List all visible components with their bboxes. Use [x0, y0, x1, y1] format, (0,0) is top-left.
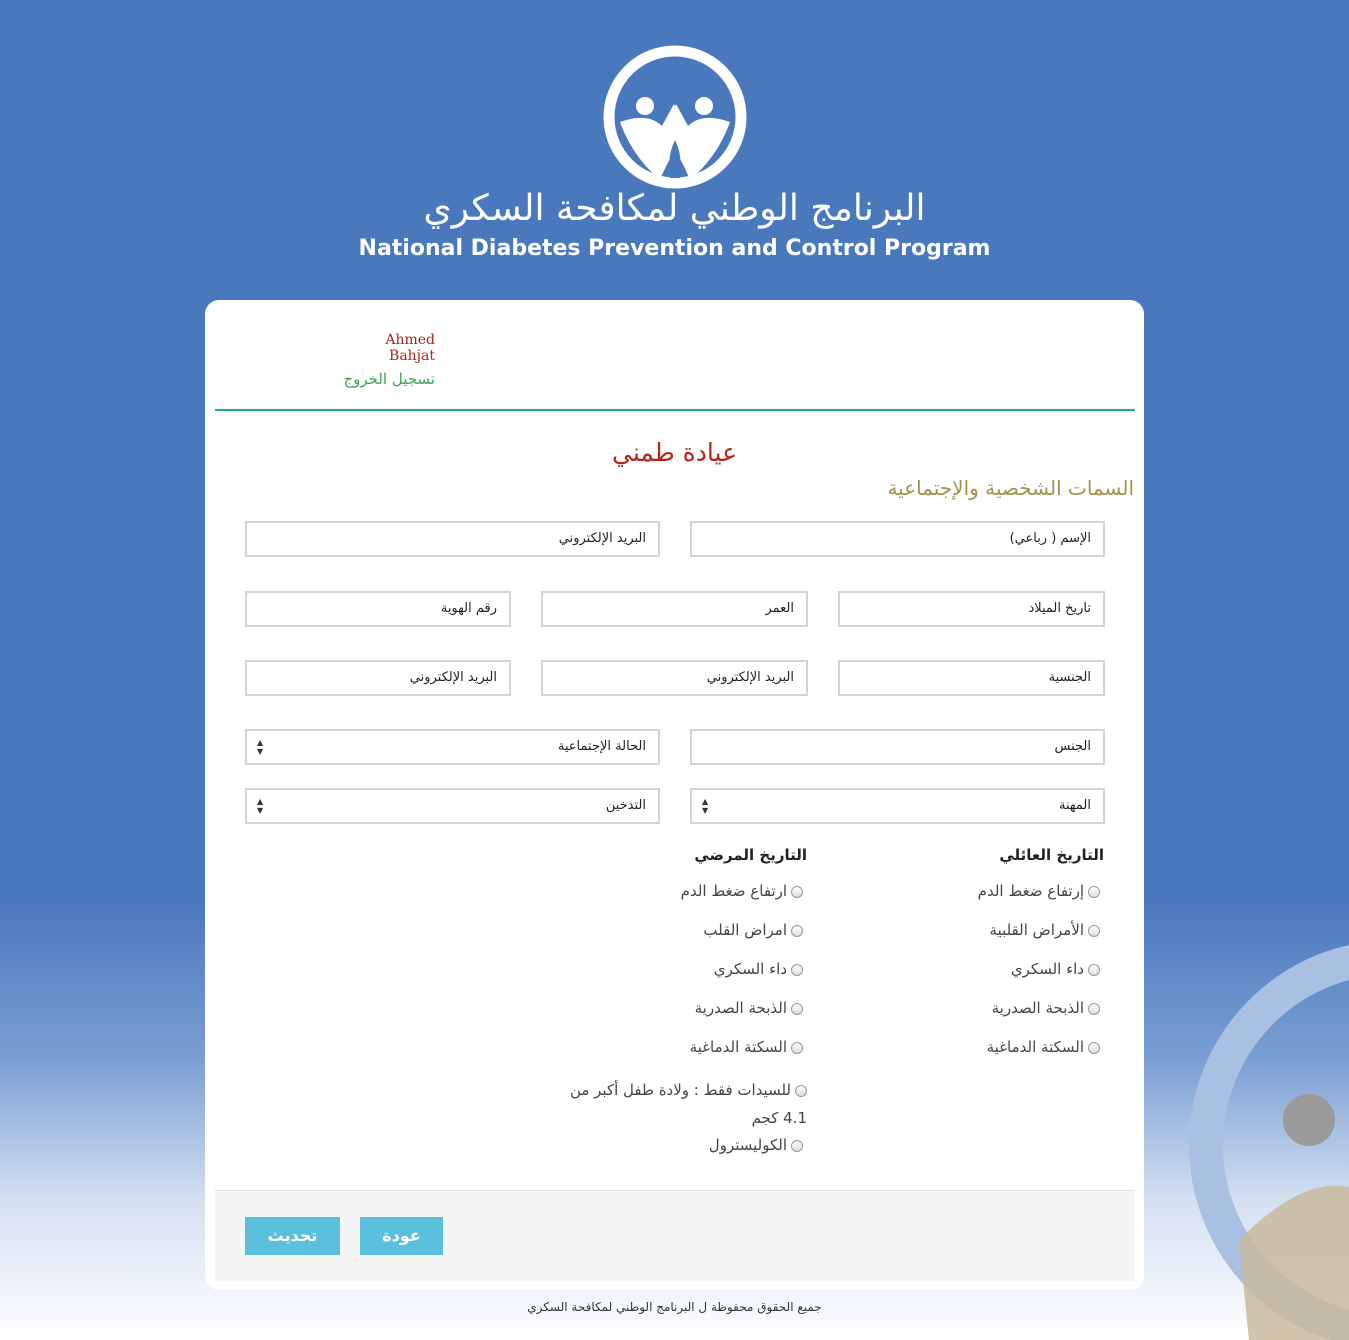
- email-field-2[interactable]: البريد الإلكتروني: [541, 660, 808, 696]
- marital-status-value: الحالة الإجتماعية: [557, 739, 646, 754]
- id-number-field[interactable]: رقم الهوية: [245, 591, 511, 627]
- age-field[interactable]: العمر: [541, 591, 808, 627]
- section-title: السمات الشخصية والإجتماعية: [887, 476, 1134, 500]
- radio-icon[interactable]: [791, 1139, 803, 1152]
- logout-link[interactable]: تسجيل الخروج: [325, 370, 435, 388]
- family-history-item[interactable]: إرتفاع ضغط الدم: [978, 882, 1100, 900]
- medical-history-item[interactable]: ارتفاع ضغط الدم: [681, 882, 803, 900]
- select-arrows-icon: ▲ ▼: [257, 797, 264, 815]
- occupation-select[interactable]: المهنة ▲ ▼: [690, 788, 1105, 824]
- gender-field[interactable]: الجنس: [690, 729, 1105, 765]
- occupation-value: المهنة: [1059, 798, 1091, 813]
- radio-icon[interactable]: [791, 1002, 803, 1015]
- family-history-title: التاريخ العائلي: [999, 846, 1104, 864]
- medical-history-item[interactable]: السكتة الدماغية: [690, 1038, 803, 1056]
- select-arrows-icon: ▲ ▼: [702, 797, 709, 815]
- radio-icon[interactable]: [791, 924, 803, 937]
- medical-history-item[interactable]: الذبحة الصدرية: [695, 999, 803, 1017]
- header-divider: [215, 409, 1135, 411]
- family-history-item[interactable]: الذبحة الصدرية: [992, 999, 1100, 1017]
- update-button[interactable]: تحديث: [245, 1217, 340, 1255]
- radio-icon[interactable]: [1088, 1041, 1100, 1054]
- birthdate-field[interactable]: تاريخ الميلاد: [838, 591, 1105, 627]
- back-button[interactable]: عودة: [360, 1217, 443, 1255]
- main-card: Ahmed Bahjat تسجيل الخروج عيادة طمني الس…: [205, 300, 1144, 1290]
- user-name: Ahmed Bahjat: [385, 332, 435, 364]
- radio-icon[interactable]: [1088, 885, 1100, 898]
- radio-icon[interactable]: [791, 1041, 803, 1054]
- select-arrows-icon: ▲ ▼: [257, 738, 264, 756]
- family-history-item[interactable]: السكتة الدماغية: [987, 1038, 1100, 1056]
- email-field[interactable]: البريد الإلكتروني: [245, 521, 660, 557]
- radio-icon[interactable]: [1088, 924, 1100, 937]
- logo-arabic-text: البرنامج الوطني لمكافحة السكري: [423, 188, 926, 229]
- nationality-field[interactable]: الجنسية: [838, 660, 1105, 696]
- medical-history-title: التاريخ المرضي: [694, 846, 807, 864]
- medical-history-item[interactable]: امراض القلب: [703, 921, 803, 939]
- radio-icon[interactable]: [791, 963, 803, 976]
- family-history-item[interactable]: الأمراض القلبية: [990, 921, 1100, 939]
- action-bar: تحديث عودة: [215, 1190, 1135, 1281]
- page-title: عيادة طمني: [612, 438, 737, 467]
- radio-icon[interactable]: [795, 1084, 807, 1097]
- radio-icon[interactable]: [791, 885, 803, 898]
- copyright-text: جميع الحقوق محفوظة ل البرنامج الوطني لمك…: [527, 1300, 822, 1314]
- background-decoration: [1189, 945, 1349, 1340]
- medical-history-item[interactable]: للسيدات فقط : ولادة طفل أكبر من 4.1 كجم: [557, 1076, 807, 1132]
- radio-icon[interactable]: [1088, 1002, 1100, 1015]
- family-history-item[interactable]: داء السكري: [1011, 960, 1100, 978]
- marital-status-select[interactable]: الحالة الإجتماعية ▲ ▼: [245, 729, 660, 765]
- name-field[interactable]: الإسم ( رباعي): [690, 521, 1105, 557]
- smoking-select[interactable]: التدخين ▲ ▼: [245, 788, 660, 824]
- program-logo-icon: [603, 45, 747, 189]
- radio-icon[interactable]: [1088, 963, 1100, 976]
- medical-history-item[interactable]: الكوليسترول: [709, 1136, 803, 1154]
- medical-history-item[interactable]: داء السكري: [714, 960, 803, 978]
- smoking-value: التدخين: [605, 798, 646, 813]
- email-field-3[interactable]: البريد الإلكتروني: [245, 660, 511, 696]
- logo-english-text: National Diabetes Prevention and Control…: [358, 236, 991, 261]
